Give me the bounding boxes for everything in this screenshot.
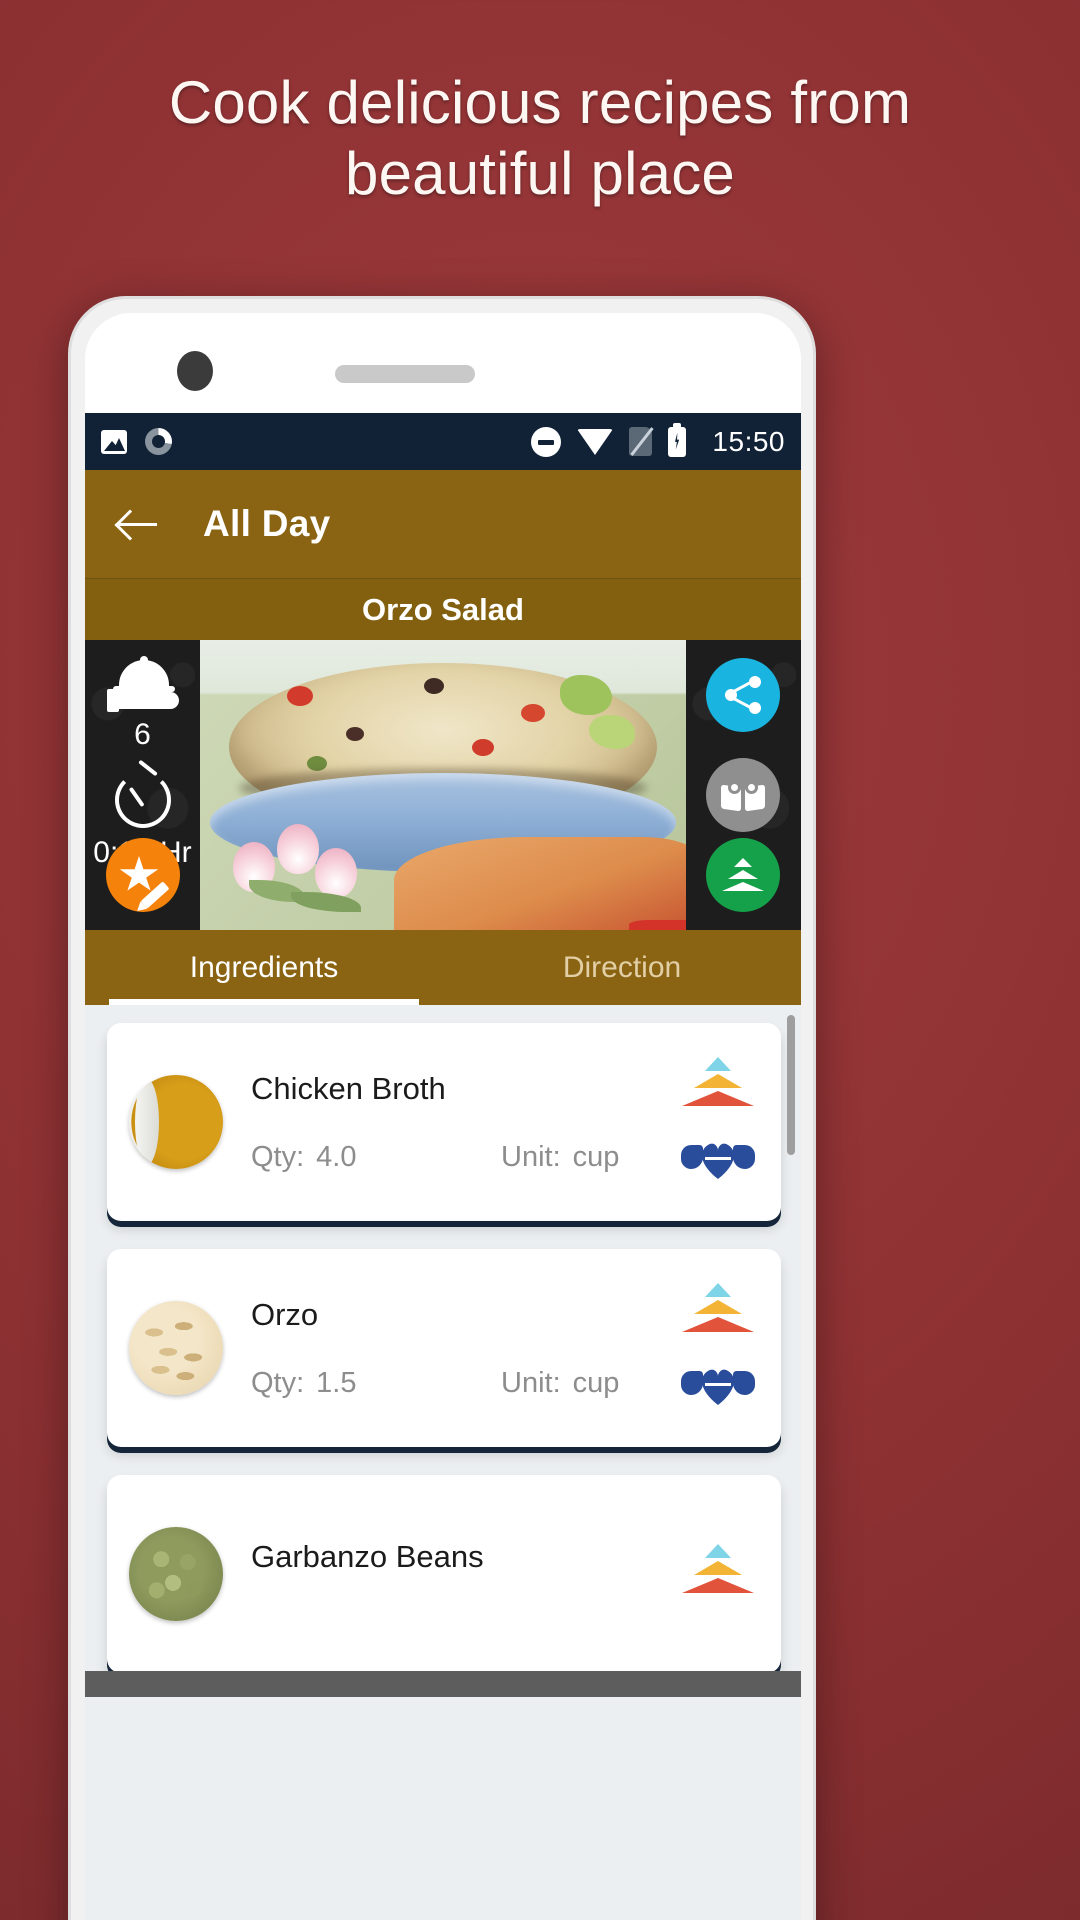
wifi-icon xyxy=(577,428,614,455)
ingredient-name: Orzo xyxy=(251,1296,319,1332)
earpiece-speaker xyxy=(335,365,475,383)
content-tabs: Ingredients Direction xyxy=(85,930,801,1005)
front-camera xyxy=(177,351,213,391)
food-pyramid-icon xyxy=(722,858,764,892)
battery-charging-icon xyxy=(668,422,687,457)
grilled-side-dish xyxy=(394,837,686,930)
garbanzo-beans-thumb xyxy=(129,1527,223,1621)
status-bar: 15:50 xyxy=(85,413,801,470)
unit-value: cup xyxy=(572,1140,620,1173)
food-pyramid-icon[interactable] xyxy=(681,1057,755,1117)
recipe-actions-column xyxy=(686,640,801,930)
tab-ingredients-label: Ingredients xyxy=(189,950,339,984)
ingredient-actions xyxy=(675,1283,761,1413)
serving-tray-icon xyxy=(106,656,179,712)
spinner-icon xyxy=(145,428,172,455)
read-mode-button[interactable] xyxy=(706,758,780,832)
ingredient-actions xyxy=(675,1057,761,1187)
recipe-stats-column: 6 0:10 Hr xyxy=(85,640,200,930)
food-pyramid-icon[interactable] xyxy=(681,1544,755,1604)
book-owl-icon xyxy=(721,778,765,812)
tab-direction[interactable]: Direction xyxy=(443,930,801,1005)
timer-icon xyxy=(114,772,171,828)
do-not-disturb-icon xyxy=(531,426,562,457)
ingredient-list[interactable]: Chicken Broth Qty: 4.0 Unit: cup Orzo Qt… xyxy=(85,1005,801,1697)
phone-screen-frame: 15:50 All Day Orzo Salad 6 Hr Ingredient… xyxy=(85,313,801,1920)
ingredient-card[interactable]: Chicken Broth Qty: 4.0 Unit: cup xyxy=(107,1023,781,1221)
chicken-broth-thumb xyxy=(129,1075,223,1169)
share-button[interactable] xyxy=(706,658,780,732)
qty-value: 1.5 xyxy=(316,1366,357,1399)
food-pyramid-icon[interactable] xyxy=(681,1283,755,1343)
nutrition-muscle-icon[interactable] xyxy=(681,1361,755,1413)
ingredient-name: Garbanzo Beans xyxy=(251,1539,484,1574)
phone-mockup: 15:50 All Day Orzo Salad 6 Hr Ingredient… xyxy=(68,296,816,1920)
ingredient-card[interactable]: Garbanzo Beans xyxy=(107,1475,781,1673)
back-arrow-icon[interactable] xyxy=(115,501,161,547)
ingredient-info: Orzo Qty: 1.5 Unit: cup xyxy=(251,1297,675,1400)
app-screen: 15:50 All Day Orzo Salad 6 Hr Ingredient… xyxy=(85,413,801,1920)
recipe-photo xyxy=(200,640,686,930)
nutrition-muscle-icon[interactable] xyxy=(681,1135,755,1187)
system-navigation-bar xyxy=(85,1671,801,1697)
qty-label: Qty: 4.0 xyxy=(251,1141,501,1174)
nutrition-pyramid-button[interactable] xyxy=(706,838,780,912)
status-bar-clock: 15:50 xyxy=(712,425,785,457)
ingredient-card[interactable]: Orzo Qty: 1.5 Unit: cup xyxy=(107,1249,781,1447)
favorite-edit-button[interactable] xyxy=(106,838,180,912)
qty-value: 4.0 xyxy=(316,1140,357,1173)
status-bar-left xyxy=(101,428,172,455)
unit-label: Unit: cup xyxy=(501,1141,619,1174)
ingredient-meta: Qty: 1.5 Unit: cup xyxy=(251,1367,675,1400)
ingredient-actions xyxy=(675,1544,761,1604)
recipe-name-bar: Orzo Salad xyxy=(85,578,801,640)
promo-headline: Cook delicious recipes from beautiful pl… xyxy=(168,69,912,207)
ingredient-info: Chicken Broth Qty: 4.0 Unit: cup xyxy=(251,1071,675,1174)
red-plate-edge xyxy=(629,920,686,930)
status-bar-right: 15:50 xyxy=(531,422,785,458)
qty-label: Qty: 1.5 xyxy=(251,1367,501,1400)
ingredient-info: Garbanzo Beans xyxy=(251,1539,675,1609)
servings-block: 6 xyxy=(85,656,200,752)
recipe-hero: 6 0:10 Hr xyxy=(85,640,801,930)
ingredient-meta: Qty: 4.0 Unit: cup xyxy=(251,1141,675,1174)
page-title: All Day xyxy=(203,503,331,544)
unit-label: Unit: cup xyxy=(501,1367,619,1400)
list-scrollbar[interactable] xyxy=(787,1015,795,1155)
tab-direction-label: Direction xyxy=(562,950,682,984)
servings-value: 6 xyxy=(134,718,151,751)
photo-icon xyxy=(101,429,127,454)
share-icon xyxy=(723,676,763,714)
orzo-thumb xyxy=(129,1301,223,1395)
flower-decoration xyxy=(229,814,404,918)
ingredient-name: Chicken Broth xyxy=(251,1070,446,1106)
recipe-name: Orzo Salad xyxy=(362,591,524,627)
unit-text: Unit: xyxy=(501,1366,561,1399)
tab-ingredients[interactable]: Ingredients xyxy=(85,930,443,1005)
qty-text: Qty: xyxy=(251,1140,305,1173)
sim-off-icon xyxy=(629,427,653,456)
unit-text: Unit: xyxy=(501,1140,561,1173)
app-bar: All Day xyxy=(85,470,801,578)
qty-text: Qty: xyxy=(251,1366,305,1399)
unit-value: cup xyxy=(572,1366,620,1399)
